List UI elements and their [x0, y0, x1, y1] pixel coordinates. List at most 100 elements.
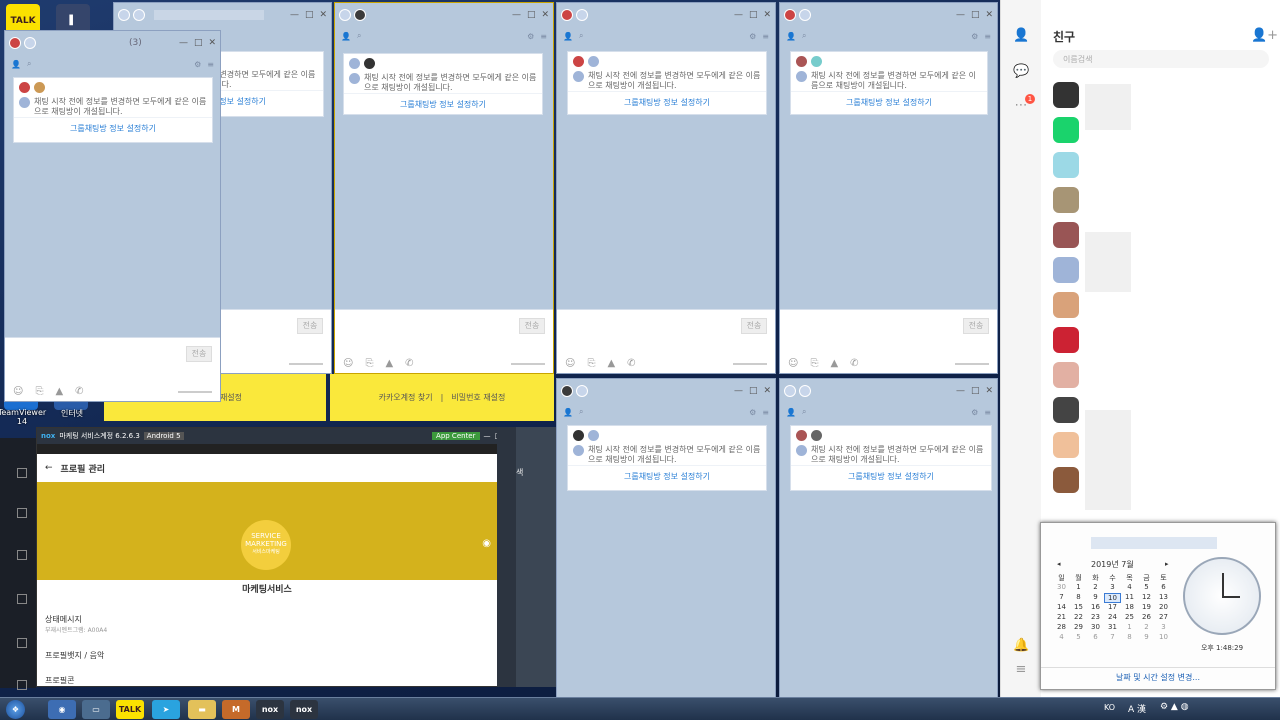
search-icon[interactable]: ⌕ [802, 31, 806, 41]
maximize-icon[interactable]: □ [749, 10, 758, 20]
checkbox[interactable] [17, 638, 27, 648]
menu-icon[interactable]: ≡ [984, 408, 991, 417]
profile-badge-music-item[interactable]: 프로필뱃지 / 음악 [45, 650, 104, 661]
group-chat-setup-link[interactable]: 그룹채팅방 정보 설정하기 [791, 91, 987, 112]
attach-icon[interactable]: ⎘ [587, 358, 595, 369]
close-icon[interactable]: ✕ [541, 10, 549, 20]
attach-icon[interactable]: ⎘ [35, 386, 43, 397]
minimize-icon[interactable]: — [512, 10, 521, 20]
chat-window[interactable]: — □ ✕ 👤 ⌕ ⚙ ≡ 채팅 시작 전에 정보를 변경하면 모두에게 같은 이름으로 … [556, 2, 776, 374]
calendar-day[interactable]: 10 [1155, 633, 1172, 643]
maximize-icon[interactable]: □ [749, 386, 758, 396]
calendar-day[interactable]: 12 [1138, 593, 1155, 603]
opacity-slider[interactable] [511, 363, 545, 365]
friend-avatar[interactable] [1053, 397, 1079, 423]
checkbox[interactable] [17, 468, 27, 478]
app-center-button[interactable]: App Center [432, 432, 480, 440]
calendar-day[interactable]: 2 [1138, 623, 1155, 633]
calendar-day[interactable]: 3 [1104, 583, 1121, 593]
calendar-day[interactable]: 9 [1138, 633, 1155, 643]
close-icon[interactable]: ✕ [763, 386, 771, 396]
friend-avatar[interactable] [1053, 152, 1079, 178]
calendar-day[interactable]: 15 [1070, 603, 1087, 613]
emoji-icon[interactable]: ☺ [343, 358, 353, 369]
friend-avatar[interactable] [1053, 292, 1079, 318]
app-taskbar-icon[interactable]: M [222, 700, 250, 719]
calendar-day[interactable]: 9 [1087, 593, 1104, 603]
image-icon[interactable]: ▲ [830, 358, 838, 369]
chat-window[interactable]: — □ ✕ 👤 ⌕ ⚙ ≡ 채팅 시작 전에 정보를 변경하면 모두에게 같은 이름으로 … [779, 2, 998, 374]
close-icon[interactable]: ✕ [985, 10, 993, 20]
opacity-slider[interactable] [178, 391, 212, 393]
back-arrow-icon[interactable]: ← [45, 463, 53, 473]
group-chat-setup-link[interactable]: 그룹채팅방 정보 설정하기 [568, 91, 766, 112]
bell-icon[interactable]: 🔔 [1013, 638, 1029, 654]
calendar-day[interactable]: 11 [1121, 593, 1138, 603]
nox-emulator-window[interactable]: nox 마케팅 서비스계정 6.2.6.3 Android 5 App Cent… [36, 427, 516, 687]
chat-window-front[interactable]: (3) — □ ✕ 👤 ⌕ ⚙ ≡ 채팅 시작 전에 정보를 변경하면 모두에게 같은 이름… [4, 30, 221, 402]
menu-icon[interactable]: ≡ [762, 32, 769, 41]
calendar-day[interactable]: 13 [1155, 593, 1172, 603]
settings-icon[interactable]: ⚙ [194, 60, 201, 69]
checkbox[interactable] [17, 508, 27, 518]
send-button[interactable]: 전송 [186, 346, 212, 362]
opacity-slider[interactable] [289, 363, 323, 365]
month-label[interactable]: 2019년 7월 [1091, 559, 1134, 570]
chats-tab-icon[interactable]: 💬 [1013, 64, 1029, 80]
kakaotalk-taskbar-icon[interactable]: TALK [116, 700, 144, 719]
calendar-day[interactable]: 2 [1087, 583, 1104, 593]
calendar-day[interactable]: 30 [1087, 623, 1104, 633]
reset-password-link[interactable]: 비밀번호 재설정 [451, 392, 505, 403]
calendar-day[interactable]: 1 [1121, 623, 1138, 633]
emoji-icon[interactable]: ☺ [788, 358, 798, 369]
call-icon[interactable]: ✆ [850, 358, 858, 369]
checkbox[interactable] [17, 680, 27, 690]
friend-avatar[interactable] [1053, 222, 1079, 248]
calendar-day[interactable]: 17 [1104, 603, 1121, 613]
close-icon[interactable]: ✕ [208, 38, 216, 48]
calendar-day[interactable]: 16 [1087, 603, 1104, 613]
minimize-icon[interactable]: — [290, 10, 299, 20]
calendar-day[interactable]: 5 [1070, 633, 1087, 643]
friend-avatar[interactable] [1053, 257, 1079, 283]
settings-icon[interactable]: ⚙ [527, 32, 534, 41]
attach-icon[interactable]: ⎘ [810, 358, 818, 369]
calendar-day[interactable]: 29 [1070, 623, 1087, 633]
search-icon[interactable]: ⌕ [579, 31, 583, 41]
emoji-icon[interactable]: ☺ [13, 386, 23, 397]
explorer-taskbar-icon[interactable]: ▭ [82, 700, 110, 719]
minimize-icon[interactable]: — [734, 386, 743, 396]
friend-avatar[interactable] [1053, 467, 1079, 493]
calendar-day[interactable]: 21 [1053, 613, 1070, 623]
find-account-link[interactable]: 카카오계정 찾기 [379, 392, 433, 403]
search-icon[interactable]: ⌕ [579, 407, 583, 417]
minimize-icon[interactable]: — [484, 432, 491, 440]
friend-avatar[interactable] [1053, 327, 1079, 353]
chrome-taskbar-icon[interactable]: ◉ [48, 700, 76, 719]
calendar-day[interactable]: 7 [1053, 593, 1070, 603]
settings-icon[interactable]: ⚙ [749, 408, 756, 417]
calendar-day[interactable]: 4 [1121, 583, 1138, 593]
image-icon[interactable]: ▲ [607, 358, 615, 369]
group-chat-setup-link[interactable]: 그룹채팅방 정보 설정하기 [344, 93, 542, 114]
status-message-label[interactable]: 상태메시지 [45, 614, 82, 625]
maximize-icon[interactable]: □ [971, 386, 980, 396]
calendar-day[interactable]: 4 [1053, 633, 1070, 643]
folder-taskbar-icon[interactable]: ▬ [188, 700, 216, 719]
maximize-icon[interactable]: □ [305, 10, 314, 20]
settings-menu-icon[interactable]: ≡ [1013, 662, 1029, 678]
group-chat-setup-link[interactable]: 그룹채팅방 정보 설정하기 [791, 465, 991, 486]
calendar-day[interactable]: 25 [1121, 613, 1138, 623]
send-button[interactable]: 전송 [519, 318, 545, 334]
call-icon[interactable]: ✆ [405, 358, 413, 369]
tray-icons[interactable]: ⚙ ▲ ◍ [1160, 702, 1189, 712]
calendar-day[interactable]: 30 [1053, 583, 1070, 593]
friend-avatar[interactable] [1053, 117, 1079, 143]
calendar-day[interactable]: 3 [1155, 623, 1172, 633]
calendar-day[interactable]: 1 [1070, 583, 1087, 593]
attach-icon[interactable]: ⎘ [365, 358, 373, 369]
chat-window[interactable]: — □ ✕ 👤 ⌕ ⚙ ≡ 채팅 시작 전에 정보를 변경하면 모두에게 같은 이름으로 … [556, 378, 776, 700]
calendar-day[interactable]: 24 [1104, 613, 1121, 623]
calendar-day[interactable]: 20 [1155, 603, 1172, 613]
minimize-icon[interactable]: — [956, 10, 965, 20]
